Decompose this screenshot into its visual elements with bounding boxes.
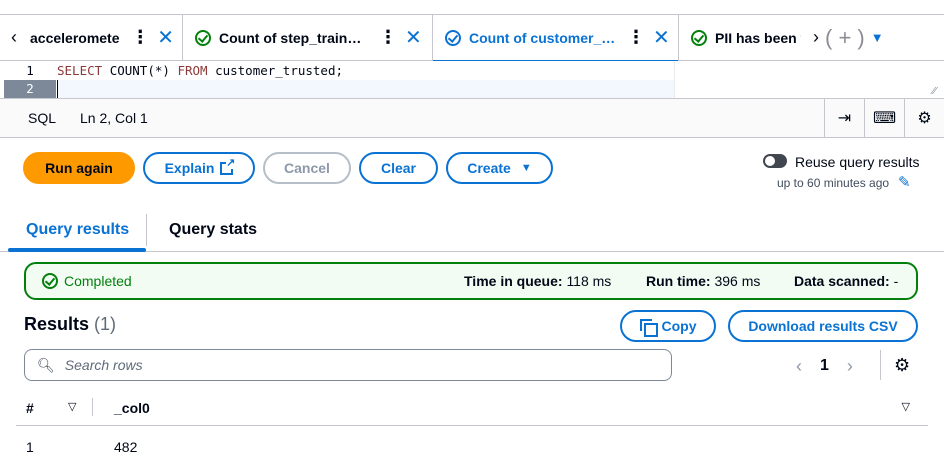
line-number: 2 bbox=[4, 80, 56, 98]
search-input[interactable] bbox=[64, 357, 625, 373]
tab-query-results[interactable]: Query results bbox=[26, 210, 129, 252]
row-index: 1 bbox=[26, 439, 34, 455]
tab-menu-icon[interactable]: ⋮ bbox=[627, 27, 645, 48]
tab-scroll-left-icon[interactable]: ‹ bbox=[0, 15, 28, 61]
sql-editor[interactable]: 1 2 SELECT COUNT(*) FROM customer_truste… bbox=[0, 62, 944, 98]
reuse-results-label: Reuse query results bbox=[795, 154, 920, 170]
sql-keyword: FROM bbox=[177, 63, 208, 78]
line-number: 1 bbox=[26, 63, 34, 78]
explain-label: Explain bbox=[164, 160, 215, 176]
sql-keyword: SELECT bbox=[57, 63, 103, 78]
editor-tools: ⇥ ⌨ ⚙ bbox=[824, 99, 944, 137]
result-tabs: Query results Query stats bbox=[0, 210, 944, 252]
sql-function: COUNT bbox=[109, 63, 148, 78]
metric-label: Run time: bbox=[646, 273, 711, 289]
language-indicator: SQL bbox=[28, 110, 57, 126]
cell-col0: 482 bbox=[114, 439, 138, 455]
create-button[interactable]: Create ▼ bbox=[446, 152, 553, 184]
results-title: Results bbox=[24, 314, 90, 334]
column-header-col0[interactable]: _col0 bbox=[114, 400, 150, 416]
tab-scroll-right-icon[interactable]: › bbox=[813, 27, 819, 48]
sort-icon[interactable]: ▽ bbox=[902, 400, 910, 413]
external-link-icon bbox=[220, 156, 236, 175]
edit-pencil-icon[interactable]: ✎ bbox=[898, 173, 911, 191]
completed-check-icon bbox=[691, 29, 707, 46]
editor-status-bar: SQL Ln 2, Col 1 ⇥ ⌨ ⚙ bbox=[0, 98, 944, 138]
format-query-icon[interactable]: ⇥ bbox=[824, 99, 864, 137]
metric-label: Data scanned: bbox=[794, 273, 890, 289]
download-csv-button[interactable]: Download results CSV bbox=[728, 310, 918, 342]
code-line-current[interactable] bbox=[57, 80, 675, 98]
table-row: 1 482 bbox=[16, 427, 928, 467]
data-scanned: Data scanned: - bbox=[794, 264, 898, 298]
explain-button[interactable]: Explain bbox=[143, 152, 255, 184]
cancel-button[interactable]: Cancel bbox=[263, 152, 351, 184]
reuse-results-duration: up to 60 minutes ago bbox=[777, 176, 890, 190]
tab-controls: › ( + ) ▼ bbox=[809, 25, 884, 51]
completed-check-icon bbox=[445, 29, 461, 46]
new-tab-icon[interactable]: ( + ) bbox=[825, 25, 865, 51]
column-header-index: # bbox=[26, 400, 34, 416]
previous-page-icon[interactable]: ‹ bbox=[796, 356, 802, 377]
reuse-results-toggle[interactable] bbox=[763, 154, 787, 168]
search-icon: 🔍︎ bbox=[37, 356, 55, 373]
status-banner: Completed Time in queue: 118 ms Run time… bbox=[24, 262, 918, 300]
pager-divider bbox=[880, 350, 881, 380]
run-again-button[interactable]: Run again bbox=[23, 152, 135, 184]
pagination: ‹ 1 › bbox=[796, 352, 853, 380]
tab-accelerometer[interactable]: acceleromete ⋮ ✕ bbox=[28, 14, 183, 61]
copy-label: Copy bbox=[661, 318, 697, 334]
time-in-queue: Time in queue: 118 ms bbox=[464, 264, 611, 298]
sort-icon[interactable]: ▽ bbox=[68, 400, 76, 413]
tab-count-step-trainer[interactable]: Count of step_trainer_trusted ⋮ ✕ bbox=[183, 14, 433, 61]
query-tab-bar: ‹ acceleromete ⋮ ✕ Count of step_trainer… bbox=[0, 14, 944, 61]
tab-label: acceleromete bbox=[30, 29, 120, 46]
results-heading: Results (1) bbox=[24, 314, 116, 335]
search-rows-field[interactable]: 🔍︎ bbox=[24, 349, 672, 381]
tab-menu-icon[interactable]: ⋮ bbox=[131, 27, 149, 48]
copy-button[interactable]: Copy bbox=[620, 310, 716, 342]
close-icon[interactable]: ✕ bbox=[653, 25, 670, 50]
tab-label: PII has been filtered bbox=[715, 29, 801, 46]
sql-args: (*) bbox=[147, 63, 170, 78]
table-settings-gear-icon[interactable]: ⚙ bbox=[894, 355, 910, 376]
active-tab-indicator bbox=[8, 248, 146, 252]
tab-divider bbox=[146, 214, 147, 246]
print-margin bbox=[674, 62, 675, 98]
status-label: Completed bbox=[64, 273, 132, 289]
tab-list-dropdown-icon[interactable]: ▼ bbox=[871, 30, 884, 45]
tab-pii-filtered[interactable]: PII has been filtered bbox=[679, 15, 809, 61]
copy-icon bbox=[639, 319, 658, 337]
line-gutter: 1 2 bbox=[4, 62, 56, 98]
tab-count-customer-trusted[interactable]: Count of customer_trusted ⋮ ✕ bbox=[433, 14, 679, 61]
metric-value: 118 ms bbox=[566, 273, 612, 289]
tab-label: Count of step_trainer_trusted bbox=[219, 29, 369, 46]
create-label: Create bbox=[467, 160, 511, 176]
results-count: (1) bbox=[94, 314, 117, 334]
completed-check-icon bbox=[42, 273, 58, 289]
caret-down-icon: ▼ bbox=[520, 162, 532, 174]
tab-query-stats[interactable]: Query stats bbox=[169, 210, 257, 252]
sql-table-name: customer_trusted; bbox=[215, 63, 344, 78]
resize-grip-icon[interactable]: ⁄⁄ bbox=[932, 84, 936, 97]
run-time: Run time: 396 ms bbox=[646, 264, 760, 298]
settings-gear-icon[interactable]: ⚙ bbox=[904, 99, 944, 137]
close-icon[interactable]: ✕ bbox=[157, 25, 174, 50]
cursor-position: Ln 2, Col 1 bbox=[80, 110, 148, 126]
current-page[interactable]: 1 bbox=[820, 357, 829, 375]
close-icon[interactable]: ✕ bbox=[405, 25, 422, 50]
code-line[interactable]: SELECT COUNT(*) FROM customer_trusted; bbox=[57, 62, 343, 80]
metric-value: - bbox=[893, 273, 899, 289]
tab-menu-icon[interactable]: ⋮ bbox=[379, 27, 397, 48]
next-page-icon[interactable]: › bbox=[847, 356, 853, 377]
table-header-row: # ▽ _col0 ▽ bbox=[16, 388, 928, 426]
keyboard-shortcuts-icon[interactable]: ⌨ bbox=[864, 99, 904, 137]
clear-button[interactable]: Clear bbox=[359, 152, 438, 184]
metric-label: Time in queue: bbox=[464, 273, 563, 289]
completed-check-icon bbox=[195, 29, 211, 46]
tab-label: Count of customer_trusted bbox=[469, 29, 617, 46]
column-resizer[interactable] bbox=[92, 398, 93, 416]
metric-value: 396 ms bbox=[714, 273, 761, 289]
